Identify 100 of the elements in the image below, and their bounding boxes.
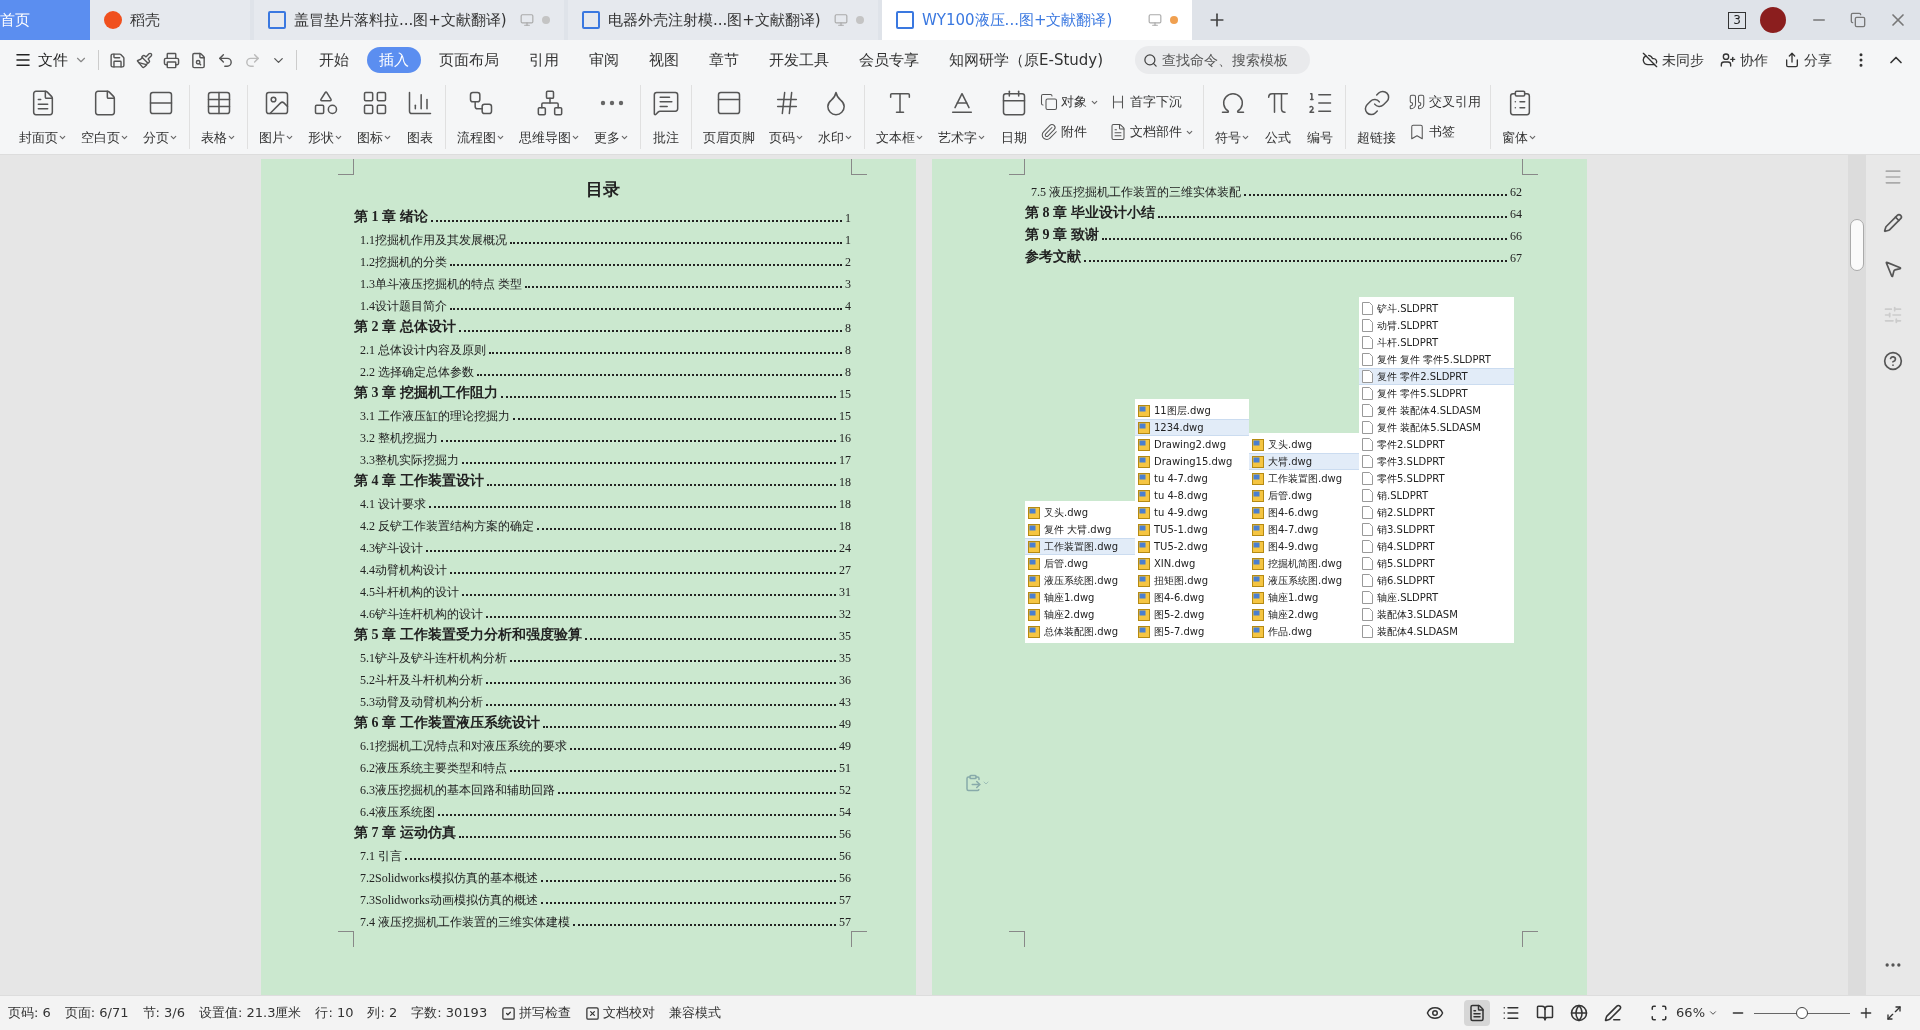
ribbon-tab[interactable]: 页面布局 (427, 47, 511, 73)
file-item[interactable]: tu 4-8.dwg (1135, 487, 1249, 504)
file-item[interactable]: 后管.dwg (1025, 555, 1135, 572)
window-count-badge[interactable]: 3 (1728, 11, 1746, 29)
search-field[interactable]: 查找命令、搜索模板 (1135, 46, 1311, 74)
file-item[interactable]: 复件 装配体4.SLDASM (1359, 402, 1514, 419)
ribbon-button[interactable]: 页码 (764, 85, 809, 149)
pen-icon[interactable] (1883, 213, 1903, 233)
ribbon-button[interactable]: 表格 (196, 85, 241, 149)
ribbon-button[interactable]: 思维导图 (514, 85, 585, 149)
eye-icon[interactable] (1426, 1004, 1445, 1022)
document-tab[interactable]: 盖冒垫片落料拉...图+文献翻译) (254, 0, 564, 40)
file-item[interactable]: 复件 装配体5.SLDASM (1359, 419, 1514, 436)
document-tab[interactable]: 稻壳 (90, 0, 250, 40)
toolbar-action[interactable]: 分享 (1784, 49, 1832, 71)
file-item[interactable]: 零件3.SLDPRT (1359, 453, 1514, 470)
file-menu[interactable]: 文件 (14, 48, 88, 72)
file-item[interactable]: 复件 大臂.dwg (1025, 521, 1135, 538)
scrollbar[interactable] (1848, 155, 1866, 995)
file-item[interactable]: 图4-7.dwg (1249, 521, 1359, 538)
ribbon-button[interactable]: 空白页 (76, 85, 134, 149)
ribbon-tab[interactable]: 会员专享 (847, 47, 931, 73)
ribbon-tab[interactable]: 开发工具 (757, 47, 841, 73)
file-item[interactable]: 挖掘机简图.dwg (1249, 555, 1359, 572)
ribbon-button[interactable]: 流程图 (452, 85, 510, 149)
printer-icon[interactable] (163, 51, 180, 69)
view-mode-button[interactable] (1464, 1000, 1491, 1026)
ribbon-button[interactable]: 分页 (138, 85, 183, 149)
toolbar-action[interactable]: 协作 (1720, 49, 1768, 71)
ribbon-button[interactable]: 符号 (1210, 85, 1255, 149)
zoom-dropdown[interactable]: 66% (1676, 1003, 1718, 1023)
ribbon-button[interactable]: 批注 (647, 85, 685, 149)
spell-check-button[interactable]: 拼写检查 (501, 1003, 572, 1023)
file-item[interactable]: 轴座.SLDPRT (1359, 589, 1514, 606)
file-item[interactable]: 装配体3.SLDASM (1359, 606, 1514, 623)
file-item[interactable]: 装配体4.SLDASM (1359, 623, 1514, 640)
ribbon-tab[interactable]: 审阅 (577, 47, 631, 73)
ribbon-tab[interactable]: 知网研学（原E-Study) (937, 47, 1116, 73)
file-item[interactable]: 轴座2.dwg (1025, 606, 1135, 623)
file-item[interactable]: 图4-9.dwg (1249, 538, 1359, 555)
ribbon-button[interactable]: 艺术字 (933, 85, 991, 149)
file-item[interactable]: 扭矩图.dwg (1135, 572, 1249, 589)
ribbon-button[interactable]: 窗体 (1497, 85, 1542, 149)
file-item[interactable]: 叉头.dwg (1025, 504, 1135, 521)
print-preview-icon[interactable] (190, 51, 207, 69)
file-item[interactable]: 总体装配图.dwg (1025, 623, 1135, 640)
file-item[interactable]: 11图层.dwg (1135, 402, 1249, 419)
file-item[interactable]: 1234.dwg (1135, 419, 1249, 436)
file-item[interactable]: 铲斗.SLDPRT (1359, 300, 1514, 317)
file-item[interactable]: 零件5.SLDPRT (1359, 470, 1514, 487)
scroll-thumb[interactable] (1850, 219, 1864, 271)
ribbon-button[interactable]: 图标 (352, 85, 397, 149)
ribbon-tab[interactable]: 章节 (697, 47, 751, 73)
file-item[interactable]: TU5-1.dwg (1135, 521, 1249, 538)
ribbon-button[interactable]: 编号 (1301, 85, 1339, 149)
file-item[interactable]: 工作装置图.dwg (1025, 538, 1135, 555)
zoom-slider[interactable] (1754, 1006, 1850, 1020)
file-item[interactable]: 复件 零件5.SLDPRT (1359, 385, 1514, 402)
file-item[interactable]: 液压系统图.dwg (1025, 572, 1135, 589)
file-item[interactable]: Drawing15.dwg (1135, 453, 1249, 470)
file-item[interactable]: XIN.dwg (1135, 555, 1249, 572)
slider-thumb[interactable] (1796, 1007, 1808, 1019)
file-item[interactable]: 轴座1.dwg (1025, 589, 1135, 606)
ribbon-button[interactable]: 附件 (1037, 119, 1102, 145)
file-item[interactable]: 销.SLDPRT (1359, 487, 1514, 504)
file-item[interactable]: 大臂.dwg (1249, 453, 1359, 470)
toolbar-action[interactable]: 未同步 (1642, 49, 1704, 71)
file-item[interactable]: 复件 零件2.SLDPRT (1359, 368, 1514, 385)
ribbon-button[interactable]: 封面页 (14, 85, 72, 149)
file-item[interactable]: 销6.SLDPRT (1359, 572, 1514, 589)
file-item[interactable]: 后管.dwg (1249, 487, 1359, 504)
ribbon-button[interactable]: 图片 (254, 85, 299, 149)
paintbrush-icon[interactable] (136, 51, 153, 69)
ribbon-button[interactable]: 水印 (813, 85, 858, 149)
ribbon-button[interactable]: 对象 (1037, 89, 1102, 115)
file-item[interactable]: 销2.SLDPRT (1359, 504, 1514, 521)
ribbon-button[interactable]: 交叉引用 (1405, 89, 1484, 115)
zoom-in-icon[interactable] (1858, 1005, 1874, 1021)
file-item[interactable]: 销5.SLDPRT (1359, 555, 1514, 572)
document-tab[interactable]: WY100液压...图+文献翻译) (882, 0, 1192, 40)
ribbon-tab[interactable]: 引用 (517, 47, 571, 73)
panel-handle-icon[interactable] (1883, 167, 1903, 187)
sliders-icon[interactable] (1883, 305, 1903, 325)
file-item[interactable]: 图5-2.dwg (1135, 606, 1249, 623)
file-item[interactable]: 轴座1.dwg (1249, 589, 1359, 606)
restore-icon[interactable] (1850, 12, 1866, 28)
proofread-button[interactable]: 文档校对 (585, 1003, 656, 1023)
ribbon-button[interactable]: 日期 (995, 85, 1033, 149)
ribbon-button[interactable]: 图表 (401, 85, 439, 149)
file-item[interactable]: tu 4-7.dwg (1135, 470, 1249, 487)
file-item[interactable]: 轴座2.dwg (1249, 606, 1359, 623)
file-item[interactable]: 液压系统图.dwg (1249, 572, 1359, 589)
ribbon-button[interactable]: 文本框 (871, 85, 929, 149)
avatar[interactable] (1760, 7, 1786, 33)
ribbon-button[interactable]: 形状 (303, 85, 348, 149)
file-item[interactable]: 图5-7.dwg (1135, 623, 1249, 640)
file-item[interactable]: 复件 复件 零件5.SLDPRT (1359, 351, 1514, 368)
file-item[interactable]: Drawing2.dwg (1135, 436, 1249, 453)
ribbon-button[interactable]: 书签 (1405, 119, 1484, 145)
ribbon-button[interactable]: 更多 (589, 85, 634, 149)
